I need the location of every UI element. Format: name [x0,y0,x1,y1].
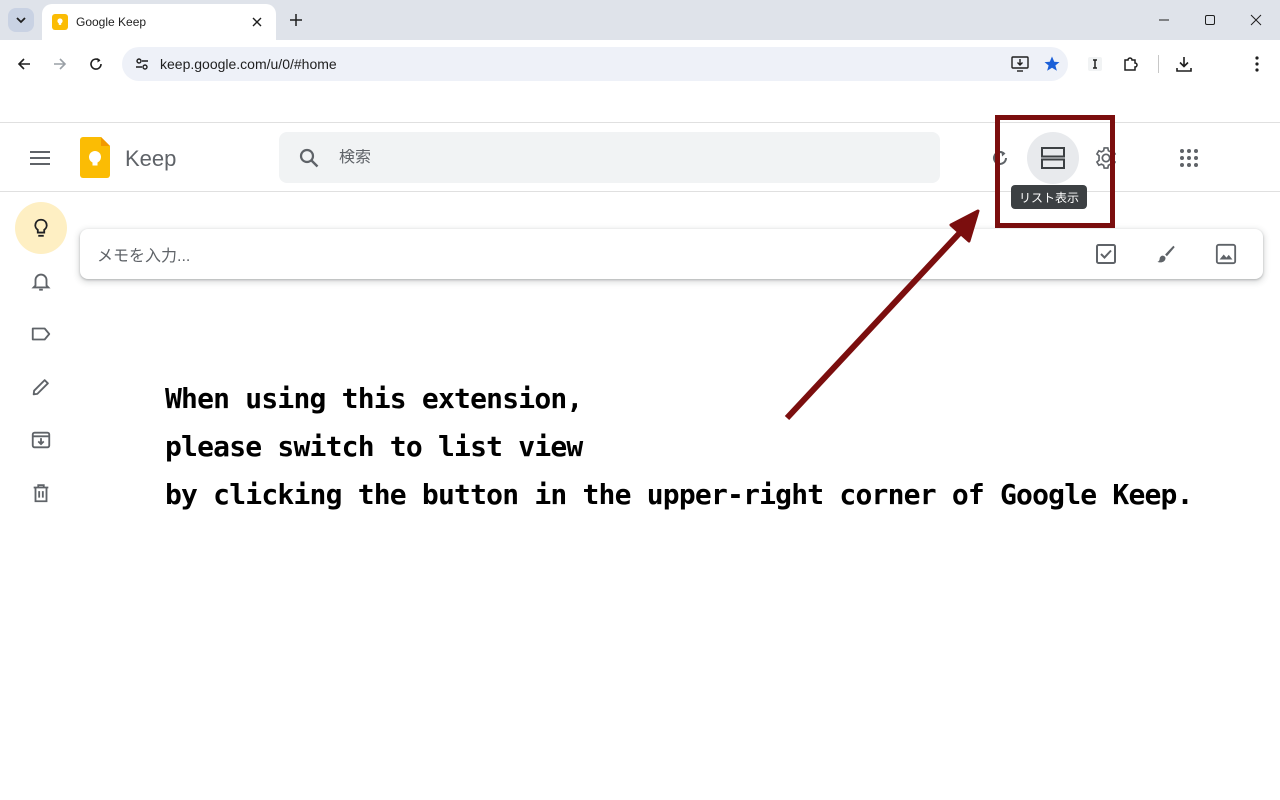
maximize-icon [1205,15,1215,25]
new-image-button[interactable] [1203,231,1249,277]
close-window-button[interactable] [1244,8,1268,32]
apps-grid-icon [1180,149,1198,167]
app-name[interactable]: Keep [125,146,176,172]
close-icon [1250,14,1262,26]
extension-i-icon[interactable] [1081,50,1109,78]
chevron-down-icon [16,17,26,24]
sidebar-item-edit-labels[interactable] [15,361,67,413]
close-tab-icon[interactable] [248,13,266,31]
trash-icon [33,484,49,503]
google-apps-button[interactable] [1163,132,1215,184]
sidebar-item-notes[interactable] [15,202,67,254]
instruction-text: When using this extension, please switch… [165,375,1193,519]
arrow-right-icon [54,58,67,70]
search-bar[interactable] [279,132,940,183]
sidebar-item-trash[interactable] [15,467,67,519]
toolbar-separator [1158,55,1159,73]
instruction-line: When using this extension, [165,382,583,415]
sidebar-item-archive[interactable] [15,414,67,466]
tab-title: Google Keep [76,15,147,29]
hamburger-icon [30,151,50,165]
instruction-line: please switch to list view [165,430,583,463]
back-button[interactable] [10,50,38,78]
maximize-button[interactable] [1198,8,1222,32]
forward-button[interactable] [46,50,74,78]
take-note-bar[interactable]: メモを入力... [80,229,1263,279]
new-tab-button[interactable] [284,8,308,32]
reload-icon [90,58,102,70]
url-text: keep.google.com/u/0/#home [160,56,337,72]
brush-icon [1157,245,1175,263]
instruction-line: by clicking the button in the upper-righ… [165,478,1193,511]
browser-tab-active[interactable]: Google Keep [42,4,276,40]
annotation-highlight-box [995,115,1115,228]
search-input[interactable] [339,148,899,167]
extensions-puzzle-icon[interactable] [1117,50,1145,78]
pencil-icon [32,379,49,396]
bookmark-star-icon[interactable] [1036,47,1068,81]
new-list-button[interactable] [1083,231,1129,277]
browser-tab-strip: Google Keep [0,0,1280,40]
downloads-icon[interactable] [1170,50,1198,78]
take-note-placeholder[interactable]: メモを入力... [97,242,1083,266]
browser-menu-icon[interactable] [1243,50,1271,78]
sidebar-item-reminders[interactable] [15,255,67,307]
archive-icon [31,431,51,449]
arrow-left-icon [17,58,30,70]
checkbox-icon [1096,244,1116,264]
keep-favicon-icon [52,14,68,30]
install-app-icon[interactable] [1004,47,1036,81]
site-info-icon[interactable] [124,47,160,81]
label-icon [31,327,51,341]
address-bar[interactable]: keep.google.com/u/0/#home [122,47,1068,81]
plus-icon [290,14,302,26]
search-icon[interactable] [279,132,339,183]
tab-search-button[interactable] [8,8,34,32]
lightbulb-icon [34,218,48,237]
main-menu-button[interactable] [22,140,58,176]
bell-icon [31,273,51,291]
new-drawing-button[interactable] [1143,231,1189,277]
image-icon [1215,243,1237,265]
minimize-button[interactable] [1152,8,1176,32]
browser-toolbar: keep.google.com/u/0/#home [0,40,1280,88]
reload-button[interactable] [82,50,110,78]
keep-logo-icon[interactable] [80,137,110,183]
minimize-icon [1159,19,1169,21]
sidebar-item-labels[interactable] [15,308,67,360]
